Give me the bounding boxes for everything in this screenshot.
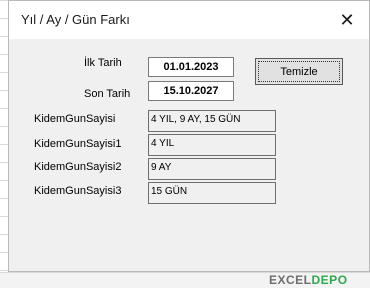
watermark-text-depo: DEPO [311,273,348,287]
userform-dialog: Yıl / Ay / Gün Farkı ✕ İlk Tarih 01.01.2… [8,0,370,272]
end-date-field[interactable]: 15.10.2027 [148,81,234,101]
output-field-2: 9 AY [148,158,276,180]
dialog-title: Yıl / Ay / Gün Farkı [21,12,130,27]
output-label-3: KidemGunSayisi3 [34,185,122,197]
end-date-label: Son Tarih [84,88,131,100]
watermark-text-excel: EXCEL [269,273,312,287]
output-field-1: 4 YIL [148,134,276,156]
clear-button[interactable]: Temizle [255,58,343,85]
output-label-0: KidemGunSayisi [34,113,116,125]
start-date-field[interactable]: 01.01.2023 [148,57,234,77]
title-bar: Yıl / Ay / Gün Farkı ✕ [9,1,369,39]
close-icon[interactable]: ✕ [325,1,369,39]
output-label-2: KidemGunSayisi2 [34,161,122,173]
output-field-0: 4 YIL, 9 AY, 15 GÜN [148,110,276,132]
start-date-label: İlk Tarih [84,57,122,69]
output-label-1: KidemGunSayisi1 [34,138,122,150]
watermark-logo: EXCELDEPO [269,273,348,287]
output-field-3: 15 GÜN [148,182,276,204]
